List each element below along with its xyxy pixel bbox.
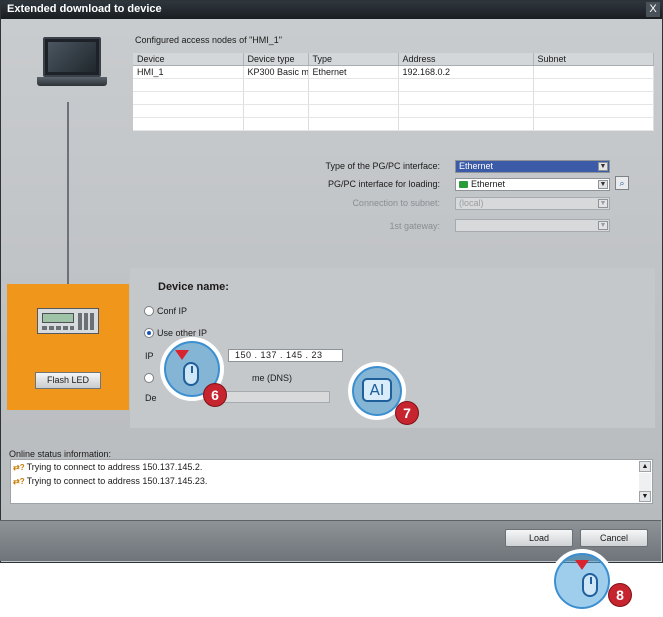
title-bar: Extended download to device X [1,1,662,19]
interface-type-select[interactable]: Ethernet ▼ [455,160,610,173]
target-device-box: Flash LED [7,284,129,410]
access-nodes-table: Device Device type Type Address Subnet H… [133,53,654,131]
chevron-down-icon: ▼ [598,199,608,208]
hmi-display [42,313,74,323]
status-message-list: ⇄? Trying to connect to address 150.137.1… [10,459,653,504]
laptop-screen [43,37,101,77]
interface-loading-label: PG/PC interface for loading: [327,179,440,189]
search-interface-button[interactable]: ⌕ [615,176,629,190]
chevron-down-icon[interactable]: ▼ [598,180,608,189]
cell-device-type: KP300 Basic mon... [243,65,309,79]
step-badge-6: 6 [203,383,227,407]
conf-ip-label: Conf IP [157,306,188,316]
gateway-label: 1st gateway: [389,221,440,231]
connection-line [67,102,69,284]
table-row [133,78,654,92]
cell-address: 192.168.0.2 [398,65,534,79]
interface-loading-value: Ethernet [471,179,506,189]
column-header-device[interactable]: Device [133,53,244,66]
status-caption: Online status information: [9,449,112,459]
mouse-icon [183,362,199,386]
column-header-device-type[interactable]: Device type [243,53,309,66]
step-badge-8: 8 [608,583,632,607]
use-other-ip-label: Use other IP [157,328,208,338]
cancel-button[interactable]: Cancel [580,529,648,547]
cell-device: HMI_1 [133,65,244,79]
table-row [133,117,654,131]
device-name-heading: Device name: [158,281,229,293]
table-row [133,104,654,118]
list-item: ⇄? Trying to connect to address 150.137.1… [13,476,207,487]
interface-type-label: Type of the PG/PC interface: [325,161,440,171]
scroll-down-arrow-icon[interactable]: ▼ [639,491,651,502]
device-field-label: De [145,393,157,403]
chevron-down-icon[interactable]: ▼ [598,162,608,171]
hmi-keypad [78,313,96,330]
chevron-down-icon: ▼ [598,221,608,230]
column-header-address[interactable]: Address [398,53,534,66]
network-adapter-icon [459,181,468,188]
text-cursor-icon: AI [362,378,392,402]
hmi-function-keys [42,326,74,330]
conf-ip-radio[interactable] [144,306,154,316]
flash-led-button[interactable]: Flash LED [35,372,101,389]
column-header-type[interactable]: Type [308,53,399,66]
ip-label: IP [145,351,154,361]
subnet-connection-value: (local) [459,198,484,208]
scroll-up-arrow-icon[interactable]: ▲ [639,461,651,472]
gateway-select: ▼ [455,219,610,232]
interface-type-value: Ethernet [459,161,494,171]
pg-computer-icon [37,37,107,101]
load-button[interactable]: Load [505,529,573,547]
dialog-title: Extended download to device [7,3,162,15]
use-other-ip-radio[interactable] [144,328,154,338]
table-row [133,91,654,105]
dns-label: me (DNS) [252,373,292,383]
cell-subnet [533,65,654,79]
nodes-caption: Configured access nodes of "HMI_1" [135,35,282,45]
connect-status-icon: ⇄? [13,477,25,486]
click-marker-icon [175,350,189,360]
laptop-base [37,77,107,86]
subnet-connection-label: Connection to subnet: [352,198,440,208]
close-button[interactable]: X [646,2,660,17]
cell-type: Ethernet [308,65,399,79]
list-item: ⇄? Trying to connect to address 150.137.1… [13,462,202,473]
interface-loading-select[interactable]: Ethernet ▼ [455,178,610,191]
mouse-icon [582,573,598,597]
dns-radio[interactable] [144,373,154,383]
subnet-connection-select: (local) ▼ [455,197,610,210]
table-row[interactable]: HMI_1 KP300 Basic mon... Ethernet 192.16… [133,65,654,79]
status-message: Trying to connect to address 150.137.145… [26,476,208,486]
hmi-device-icon [37,308,99,334]
device-name-input [214,391,330,403]
column-header-subnet[interactable]: Subnet [533,53,654,66]
step-badge-7: 7 [395,401,419,425]
ip-address-input[interactable]: 150 . 137 . 145 . 23 [228,349,343,362]
status-message: Trying to connect to address 150.137.145… [26,462,203,472]
click-marker-icon [575,560,589,570]
connect-status-icon: ⇄? [13,463,25,472]
scrollbar-track[interactable] [639,473,651,491]
search-icon: ⌕ [619,178,625,188]
